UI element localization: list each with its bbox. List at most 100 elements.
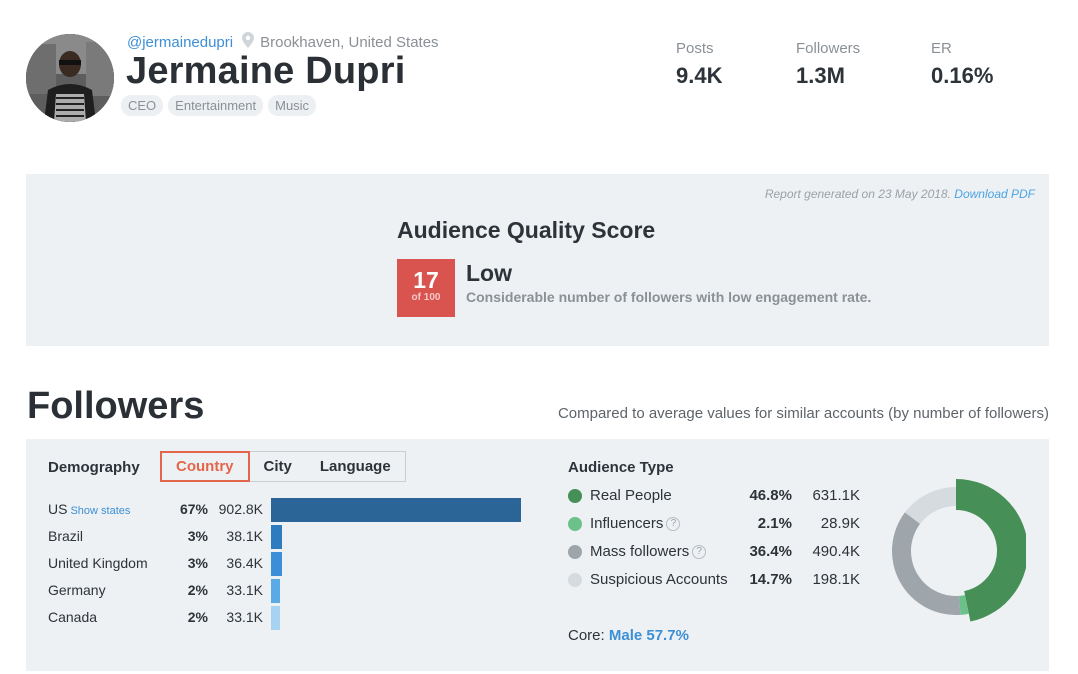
stat-followers: Followers 1.3M	[796, 40, 860, 89]
country-percent: 2%	[187, 609, 208, 625]
tab-language[interactable]: Language	[306, 452, 405, 481]
country-label: Brazil	[48, 528, 84, 544]
audience-type-name: Suspicious Accounts	[590, 571, 728, 588]
audience-type-percent: 36.4%	[749, 543, 792, 560]
map-pin-icon	[242, 32, 255, 52]
audience-type-name: Real People	[590, 487, 672, 504]
country-row: Germany 2% 33.1K	[48, 579, 508, 603]
audience-type-count: 631.1K	[812, 487, 860, 504]
followers-panel: Demography Country City Language US Show …	[26, 439, 1049, 671]
audience-type-name: Influencers?	[590, 515, 681, 532]
country-name: Brazil	[48, 528, 83, 544]
audience-type-count: 198.1K	[812, 571, 860, 588]
audience-type-row: Influencers? 2.1% 28.9K	[568, 513, 868, 535]
stat-label: Followers	[796, 40, 861, 57]
quality-panel: Report generated on 23 May 2018. Downloa…	[26, 174, 1049, 346]
tab-city[interactable]: City	[250, 452, 306, 481]
audience-type-row: Mass followers? 36.4% 490.4K	[568, 541, 868, 563]
country-count: 33.1K	[226, 582, 263, 598]
audience-type-label: Audience Type	[568, 459, 674, 476]
help-icon[interactable]: ?	[666, 516, 681, 531]
report-info: Report generated on 23 May 2018. Downloa…	[765, 187, 1035, 201]
compared-note: Compared to average values for similar a…	[557, 405, 1049, 422]
core-label: Core:	[568, 627, 605, 644]
tab-country[interactable]: Country	[160, 451, 250, 482]
country-row: US Show states 67% 902.8K	[48, 498, 521, 522]
audience-type-percent: 46.8%	[749, 487, 792, 504]
country-name: Germany	[48, 582, 106, 598]
quality-title: Audience Quality Score	[397, 217, 656, 243]
audience-type-label: Influencers	[590, 515, 664, 532]
audience-type-label: Suspicious Accounts	[590, 571, 728, 588]
country-name: US Show states	[48, 501, 130, 517]
tag[interactable]: CEO	[121, 95, 164, 116]
country-bar	[271, 579, 280, 603]
country-percent: 3%	[187, 528, 208, 544]
stat-label: ER	[931, 40, 952, 57]
country-bar	[271, 606, 280, 630]
stat-value: 1.3M	[796, 63, 845, 88]
stat-posts: Posts 9.4K	[676, 40, 722, 89]
audience-donut-chart	[892, 479, 1026, 622]
stat-value: 0.16%	[931, 63, 994, 88]
core-value: Male 57.7%	[608, 627, 689, 644]
followers-heading: Followers	[27, 385, 205, 427]
legend-dot	[568, 489, 582, 503]
report-date: Report generated on 23 May 2018.	[764, 187, 951, 201]
tag[interactable]: Entertainment	[168, 95, 264, 116]
help-icon[interactable]: ?	[692, 544, 707, 559]
country-row: Brazil 3% 38.1K	[48, 525, 508, 549]
country-label: Canada	[48, 609, 98, 625]
core-audience: Core: Male 57.7%	[568, 627, 689, 644]
score-value: 17	[413, 267, 439, 293]
audience-type-percent: 2.1%	[757, 515, 792, 532]
country-count: 33.1K	[226, 609, 263, 625]
country-count: 38.1K	[226, 528, 263, 544]
legend-dot	[568, 545, 582, 559]
country-name: Canada	[48, 609, 97, 625]
country-row: United Kingdom 3% 36.4K	[48, 552, 508, 576]
profile-meta: @jermainedupri Brookhaven, United States	[127, 32, 439, 52]
profile-location: Brookhaven, United States	[260, 33, 439, 51]
country-percent: 3%	[187, 555, 208, 571]
country-label: Germany	[48, 582, 106, 598]
country-bar	[271, 525, 282, 549]
profile-tags: CEO Entertainment Music	[121, 95, 317, 116]
audience-type-label: Mass followers	[590, 543, 690, 560]
legend-dot	[568, 573, 582, 587]
profile-avatar	[26, 34, 114, 122]
country-row: Canada 2% 33.1K	[48, 606, 508, 630]
country-label: US	[48, 501, 68, 517]
demography-label: Demography	[48, 459, 140, 476]
audience-type-row: Suspicious Accounts 14.7% 198.1K	[568, 569, 868, 591]
profile-name: Jermaine Dupri	[126, 50, 406, 92]
donut-slice[interactable]	[956, 479, 1026, 622]
score-of: of 100	[411, 292, 441, 303]
audience-type-percent: 14.7%	[749, 571, 792, 588]
country-count: 36.4K	[226, 555, 263, 571]
country-bar	[271, 552, 282, 576]
audience-type-name: Mass followers?	[590, 543, 707, 560]
profile-handle[interactable]: @jermainedupri	[127, 34, 233, 51]
score-badge: 17 of 100	[397, 259, 455, 317]
legend-dot	[568, 517, 582, 531]
stat-er: ER 0.16%	[931, 40, 993, 89]
stat-value: 9.4K	[676, 63, 723, 88]
demography-tabs: Country City Language	[160, 451, 406, 482]
country-percent: 2%	[187, 582, 208, 598]
country-name: United Kingdom	[48, 555, 148, 571]
country-percent: 67%	[179, 501, 208, 517]
audience-type-row: Real People 46.8% 631.1K	[568, 485, 868, 507]
country-label: United Kingdom	[48, 555, 148, 571]
tag[interactable]: Music	[268, 95, 317, 116]
audience-type-count: 490.4K	[812, 543, 860, 560]
donut-slice[interactable]	[892, 512, 961, 615]
show-states-link[interactable]: Show states	[70, 505, 130, 517]
score-description: Considerable number of followers with lo…	[466, 289, 872, 305]
audience-type-count: 28.9K	[820, 515, 860, 532]
download-pdf-link[interactable]: Download PDF	[954, 187, 1035, 201]
country-bar	[271, 498, 521, 522]
country-count: 902.8K	[218, 501, 263, 517]
audience-type-label: Real People	[590, 487, 672, 504]
score-label: Low	[466, 260, 512, 286]
